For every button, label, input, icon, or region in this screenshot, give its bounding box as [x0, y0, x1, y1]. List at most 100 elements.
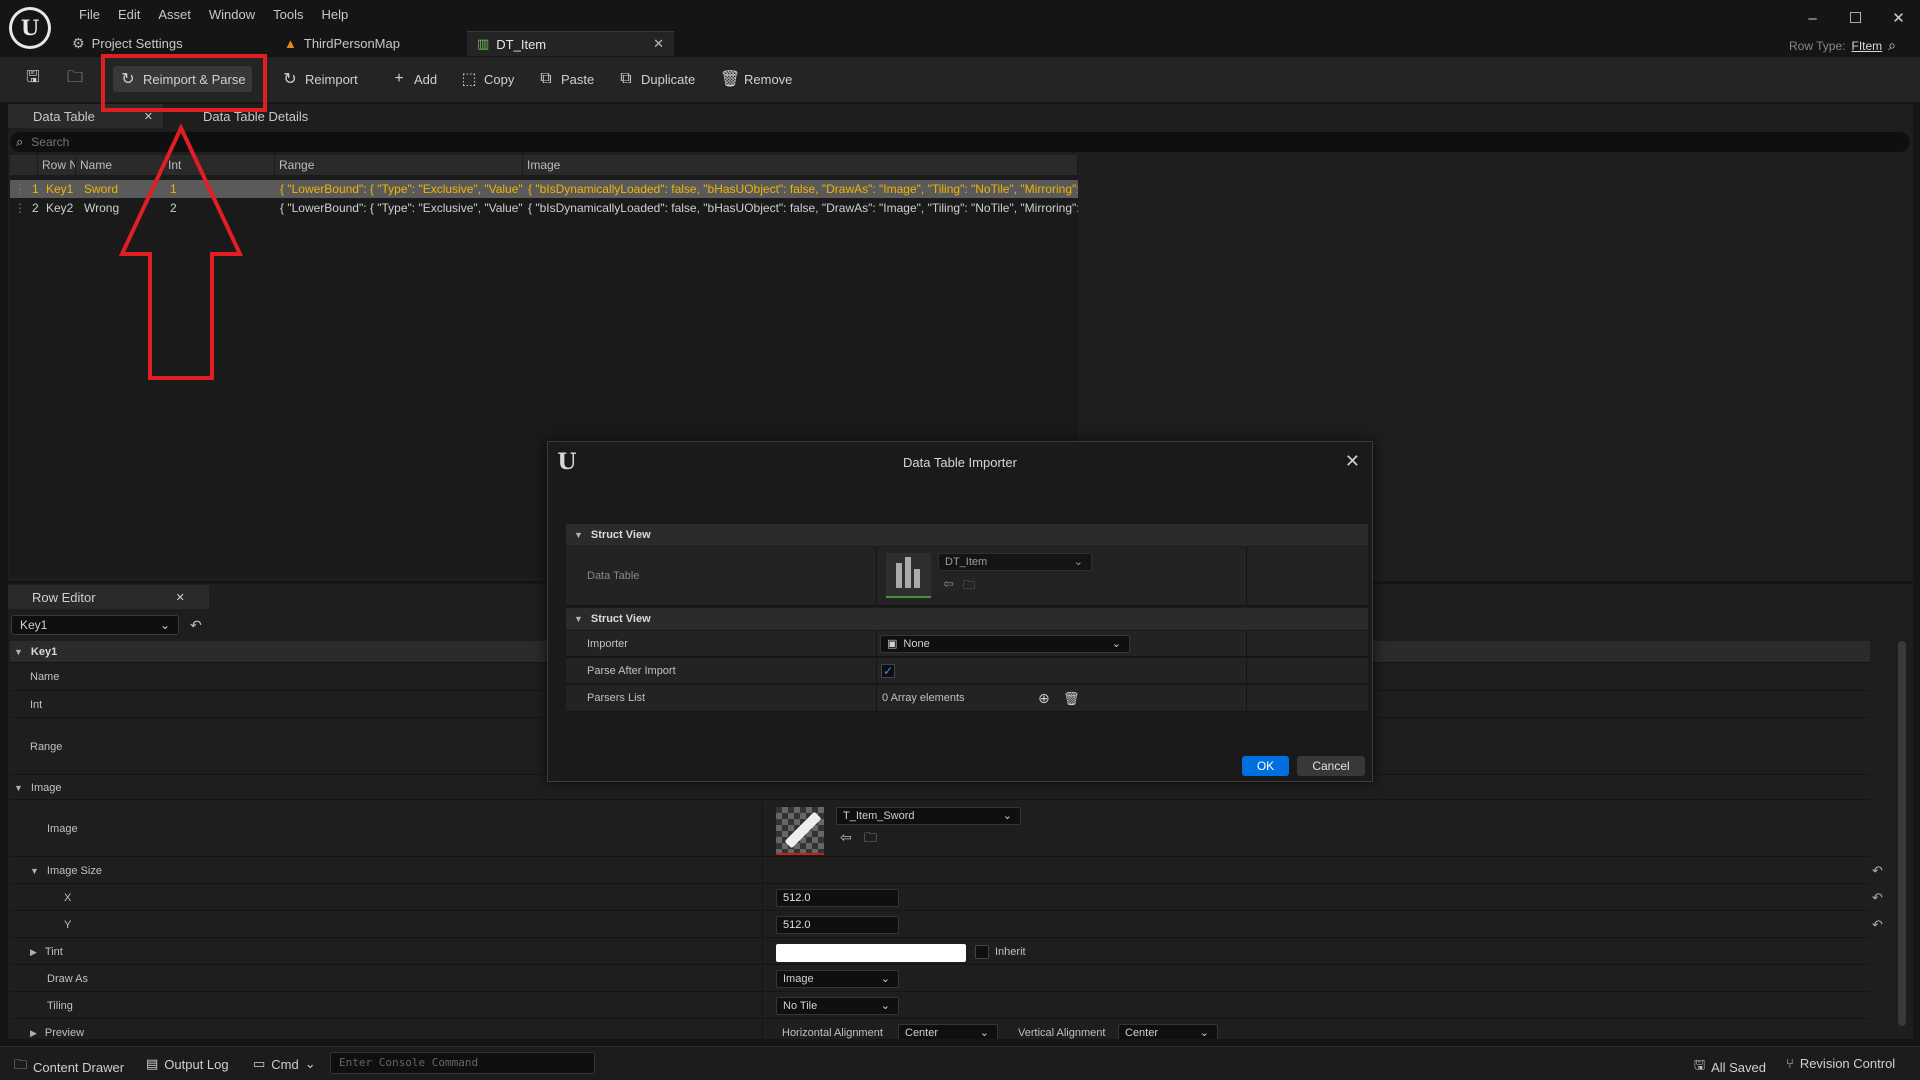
- tab-dt-item[interactable]: ▥ DT_Item ✕: [467, 31, 674, 56]
- dropdown-value: Image: [783, 973, 814, 985]
- row-number: 1: [32, 182, 39, 196]
- reimport-icon: ↻: [283, 71, 297, 88]
- h-align-dropdown[interactable]: Center ⌄: [898, 1024, 998, 1039]
- property-label: Tint: [44, 946, 63, 958]
- category-image-size[interactable]: ▼ Image Size ↶: [10, 858, 1883, 884]
- inherit-checkbox[interactable]: [975, 945, 989, 959]
- close-window-button[interactable]: ✕: [1877, 8, 1920, 30]
- property-label: Parse After Import: [587, 665, 676, 677]
- ok-button[interactable]: OK: [1242, 756, 1289, 776]
- chevron-down-icon: ⌄: [159, 618, 170, 632]
- data-table-icon: ▥: [477, 36, 490, 51]
- menu-asset[interactable]: Asset: [149, 6, 200, 24]
- close-icon[interactable]: ✕: [653, 36, 664, 52]
- terminal-icon: ▭: [253, 1056, 266, 1071]
- drag-handle-icon[interactable]: ⋮⋮: [10, 199, 28, 217]
- texture-thumbnail[interactable]: [776, 807, 824, 855]
- reset-icon[interactable]: ↶: [1872, 912, 1883, 938]
- search-icon[interactable]: ⌕: [1888, 37, 1896, 54]
- menu-tools[interactable]: Tools: [264, 6, 312, 24]
- level-icon: ▲: [284, 36, 297, 51]
- reimport-button[interactable]: ↻ Reimport: [275, 66, 364, 92]
- row-select-dropdown[interactable]: Key1 ⌄: [11, 615, 179, 635]
- menu-file[interactable]: File: [70, 6, 109, 24]
- dropdown-value: Center: [905, 1027, 939, 1039]
- row-editor-scrollbar[interactable]: [1898, 641, 1906, 1026]
- close-icon[interactable]: ✕: [1345, 451, 1360, 472]
- chevron-right-icon[interactable]: ▶: [30, 939, 37, 965]
- chevron-down-icon: ⌄: [1002, 810, 1012, 822]
- cmd-dropdown[interactable]: ▭ Cmd ⌄: [253, 1056, 316, 1072]
- reset-icon[interactable]: ↶: [190, 617, 202, 634]
- add-element-icon[interactable]: ⊕: [1038, 685, 1050, 712]
- texture-asset-picker[interactable]: T_Item_Sword ⌄: [836, 807, 1021, 825]
- menu-edit[interactable]: Edit: [109, 6, 149, 24]
- close-icon[interactable]: ✕: [176, 591, 185, 604]
- duplicate-button[interactable]: ⧉ Duplicate: [611, 66, 701, 92]
- drag-handle-icon[interactable]: ⋮⋮: [10, 180, 28, 198]
- struct-view-category[interactable]: ▼ Struct View: [566, 524, 1368, 546]
- header-range[interactable]: Range: [275, 155, 523, 175]
- data-table-asset-picker[interactable]: DT_Item ⌄: [938, 553, 1092, 571]
- chevron-down-icon: ▼: [574, 530, 583, 540]
- draw-as-dropdown[interactable]: Image ⌄: [776, 970, 899, 988]
- property-label: Data Table: [587, 570, 640, 582]
- revision-control-button[interactable]: ⑂ Revision Control: [1786, 1056, 1895, 1071]
- annotation-arrow-icon: [116, 124, 246, 384]
- x-input[interactable]: 512.0: [776, 889, 899, 907]
- header-row-number[interactable]: Row N: [38, 155, 76, 175]
- chevron-down-icon: ▼: [574, 614, 583, 624]
- browse-button[interactable]: 🗀: [60, 66, 90, 92]
- y-input[interactable]: 512.0: [776, 916, 899, 934]
- tiling-dropdown[interactable]: No Tile ⌄: [776, 997, 899, 1015]
- status-bar: 🗀 Content Drawer ▤ Output Log ▭ Cmd ⌄ En…: [0, 1046, 1920, 1080]
- remove-button[interactable]: 🗑 Remove: [714, 66, 798, 92]
- row-type-indicator: Row Type: FItem ⌕: [1789, 37, 1896, 54]
- tab-project-settings[interactable]: ⚙ Project Settings: [62, 31, 262, 56]
- tint-color-swatch[interactable]: [776, 944, 966, 962]
- save-button[interactable]: 🖫: [18, 66, 48, 92]
- minimize-button[interactable]: –: [1791, 8, 1834, 30]
- output-log-button[interactable]: ▤ Output Log: [146, 1056, 229, 1072]
- row-type-value[interactable]: FItem: [1851, 39, 1882, 53]
- console-input[interactable]: Enter Console Command: [330, 1052, 595, 1074]
- browse-folder-icon[interactable]: 🗀: [963, 576, 975, 597]
- browse-folder-icon[interactable]: 🗀: [864, 829, 877, 851]
- add-button[interactable]: + Add: [384, 66, 443, 92]
- maximize-button[interactable]: ☐: [1834, 8, 1877, 30]
- cell-range: { "LowerBound": { "Type": "Exclusive", "…: [280, 201, 523, 215]
- content-drawer-icon: 🗀: [14, 1057, 28, 1072]
- use-selected-icon[interactable]: ⇦: [943, 576, 954, 592]
- v-align-dropdown[interactable]: Center ⌄: [1118, 1024, 1218, 1039]
- paste-button[interactable]: ⧉ Paste: [531, 66, 600, 92]
- use-selected-icon[interactable]: ⇦: [840, 829, 852, 846]
- reset-icon[interactable]: ↶: [1872, 885, 1883, 911]
- menu-help[interactable]: Help: [312, 6, 357, 24]
- header-handle: [10, 155, 38, 175]
- importer-dropdown[interactable]: ▣ None ⌄: [880, 635, 1130, 653]
- all-saved-label: All Saved: [1711, 1059, 1766, 1075]
- cancel-button[interactable]: Cancel: [1297, 756, 1365, 776]
- struct-view-category[interactable]: ▼ Struct View: [566, 608, 1368, 630]
- all-saved-indicator[interactable]: 🖫 All Saved: [1694, 1056, 1766, 1078]
- data-table-thumbnail[interactable]: [886, 553, 931, 598]
- reset-icon[interactable]: ↶: [1872, 858, 1883, 884]
- parse-after-import-checkbox[interactable]: ✓: [881, 664, 895, 678]
- category-label: Image: [30, 782, 62, 794]
- copy-button[interactable]: ⬚ Copy: [454, 66, 520, 92]
- search-box: ⌕: [10, 132, 1910, 152]
- property-label: Int: [30, 699, 43, 711]
- menu-window[interactable]: Window: [200, 6, 264, 24]
- tab-third-person-map[interactable]: ▲ ThirdPersonMap: [262, 31, 467, 56]
- add-label: Add: [414, 71, 438, 87]
- property-tint: ▶ Tint Inherit: [10, 939, 1870, 965]
- tab-row-editor[interactable]: Row Editor ✕: [8, 585, 209, 609]
- content-drawer-button[interactable]: 🗀 Content Drawer: [14, 1056, 124, 1078]
- chevron-right-icon[interactable]: ▶: [30, 1020, 37, 1039]
- header-image[interactable]: Image: [523, 155, 1078, 175]
- trash-icon[interactable]: 🗑: [1063, 685, 1080, 712]
- unreal-logo-icon[interactable]: U: [9, 7, 51, 49]
- cell-range: { "LowerBound": { "Type": "Exclusive", "…: [280, 182, 523, 196]
- property-label: Draw As: [47, 973, 88, 985]
- category-label: Struct View: [590, 613, 651, 625]
